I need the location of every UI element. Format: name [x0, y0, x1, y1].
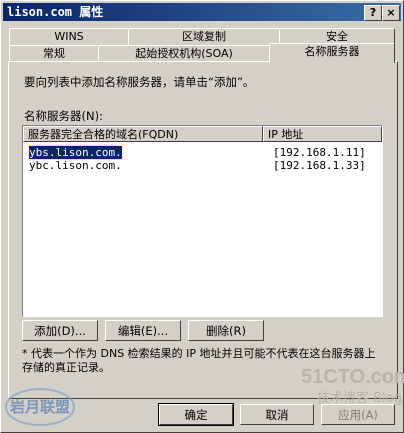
window-title: lison.com 属性	[7, 5, 104, 19]
edit-button[interactable]: 编辑(E)...	[105, 320, 181, 341]
instruction-text: 要向列表中添加名称服务器，请单击“添加”。	[24, 75, 255, 89]
column-header-ip[interactable]: IP 地址	[263, 126, 382, 142]
properties-dialog: lison.com 属性 ? × WINS 区域复制 安全 常规 起始授权机构(…	[0, 0, 404, 433]
row-2-ip[interactable]: [192.168.1.33]	[273, 159, 366, 172]
tab-name-servers[interactable]: 名称服务器	[269, 43, 395, 63]
remove-button[interactable]: 删除(R)	[188, 320, 264, 341]
blog-watermark: 技术博客 Blog	[317, 391, 402, 406]
cancel-button[interactable]: 取消	[240, 404, 314, 425]
help-button[interactable]: ?	[364, 5, 382, 21]
title-bar[interactable]: lison.com 属性 ? ×	[3, 3, 401, 21]
tab-wins[interactable]: WINS	[9, 28, 129, 46]
site-watermark: 51CTO.com	[301, 366, 404, 388]
row-2-fqdn[interactable]: ybc.lison.com.	[29, 159, 122, 172]
row-1-fqdn[interactable]: ybs.lison.com.	[28, 145, 123, 160]
tab-zone-transfer[interactable]: 区域复制	[128, 28, 280, 46]
site-logo-watermark: 岩月联盟	[5, 388, 75, 426]
name-server-list[interactable]: 服务器完全合格的域名(FQDN) IP 地址 ybs.lison.com. [1…	[22, 125, 383, 317]
ok-button[interactable]: 确定	[158, 403, 234, 426]
logo-text: 岩月联盟	[9, 398, 70, 416]
close-button[interactable]: ×	[382, 5, 400, 21]
add-button[interactable]: 添加(D)...	[22, 320, 98, 341]
column-header-fqdn[interactable]: 服务器完全合格的域名(FQDN)	[23, 126, 263, 142]
row-1-ip[interactable]: [192.168.1.11]	[273, 146, 366, 159]
apply-button[interactable]: 应用(A)	[321, 404, 395, 425]
list-label: 名称服务器(N):	[24, 109, 103, 123]
